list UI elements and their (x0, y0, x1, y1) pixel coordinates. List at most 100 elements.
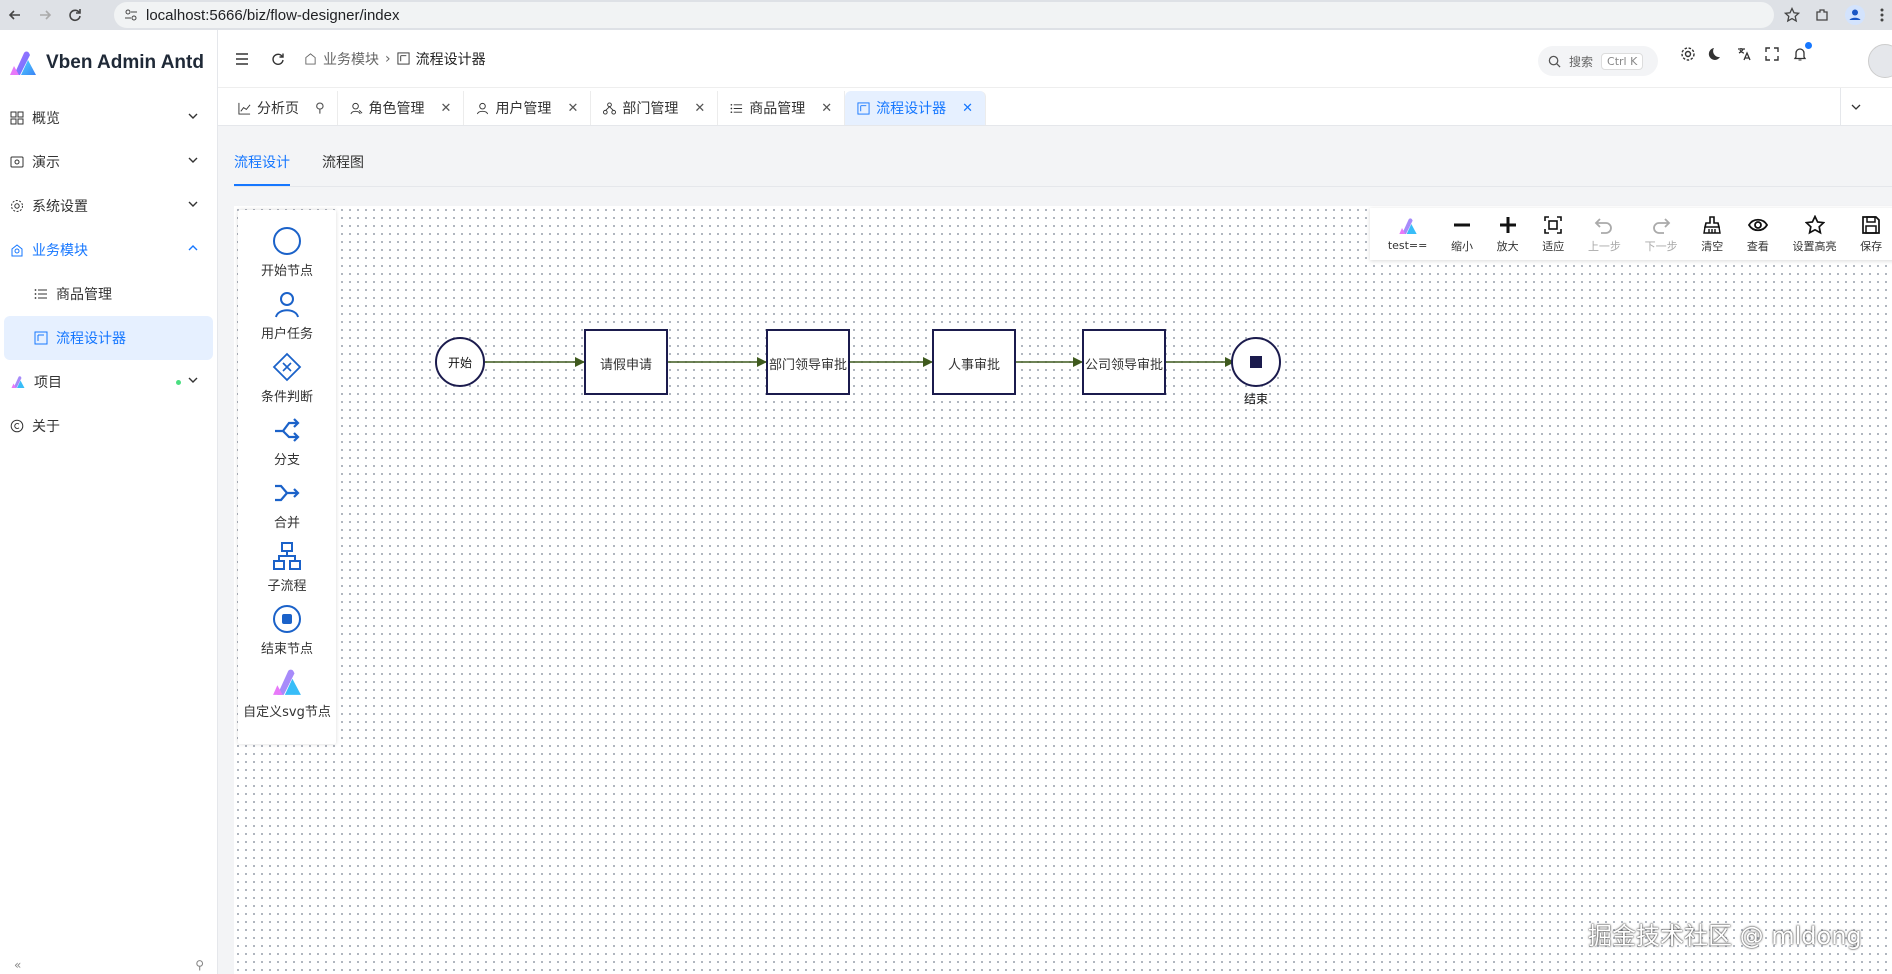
palette-item-start[interactable]: 开始节点 (238, 226, 336, 289)
sidebar-item-label: 项目 (34, 375, 62, 391)
save-icon (1861, 215, 1881, 235)
profile-icon[interactable] (1844, 4, 1866, 26)
tab-departments[interactable]: 部门管理 ✕ (591, 91, 719, 125)
palette-item-user-task[interactable]: 用户任务 (238, 289, 336, 352)
site-info-icon[interactable] (124, 8, 138, 22)
palette-item-merge[interactable]: 合并 (238, 478, 336, 541)
pin-icon[interactable]: ⚲ (315, 101, 325, 116)
tab-products[interactable]: 商品管理 ✕ (718, 91, 846, 125)
sidebar-item-settings[interactable]: 系统设置 (0, 184, 217, 228)
tab-label: 商品管理 (749, 101, 806, 117)
tab-flow-designer[interactable]: 流程设计器 ✕ (845, 91, 987, 125)
address-bar[interactable]: localhost:5666/biz/flow-designer/index (114, 2, 1774, 28)
reload-icon[interactable] (60, 0, 90, 30)
browser-menu-icon[interactable] (1880, 7, 1884, 23)
tab-analytics[interactable]: 分析页 ⚲ (226, 91, 338, 125)
close-icon[interactable]: ✕ (567, 101, 578, 116)
end-node[interactable] (1231, 337, 1281, 387)
menu-toggle-icon[interactable] (224, 41, 260, 77)
chevron-down-icon (187, 374, 199, 386)
gateway-icon (272, 352, 302, 382)
app-logo[interactable]: Vben Admin Antd (0, 30, 217, 96)
fit-button[interactable]: 适应 (1542, 215, 1564, 254)
chevron-up-icon (187, 242, 199, 254)
tab-users[interactable]: 用户管理 ✕ (464, 91, 592, 125)
collapse-sidebar-icon[interactable]: « (14, 958, 21, 974)
node-palette: 开始节点 用户任务 条件判断 分支 合并 子流程 结束节点 自定义svg节点 (238, 210, 336, 744)
zoom-out-button[interactable]: 缩小 (1451, 215, 1473, 254)
dark-mode-icon[interactable] (1708, 46, 1724, 62)
tab-label: 角色管理 (368, 101, 425, 117)
watermark: 掘金技术社区 @ mldong (1588, 922, 1862, 950)
back-icon[interactable] (0, 0, 30, 30)
clear-icon (1702, 215, 1722, 235)
tab-roles[interactable]: 角色管理 ✕ (338, 91, 465, 125)
palette-item-gateway[interactable]: 条件判断 (238, 352, 336, 415)
sidebar-item-products[interactable]: 商品管理 (0, 272, 217, 316)
breadcrumb: 业务模块 › 流程设计器 (304, 49, 486, 69)
palette-item-fork[interactable]: 分支 (238, 415, 336, 478)
refresh-icon[interactable] (260, 41, 296, 77)
flow-icon (34, 331, 48, 345)
pin-icon[interactable]: ⚲ (195, 958, 204, 974)
demo-icon (10, 155, 24, 169)
sidebar-item-label: 商品管理 (56, 287, 112, 303)
list-icon (730, 102, 743, 115)
tab-flow-design[interactable]: 流程设计 (234, 152, 290, 186)
sidebar-item-project[interactable]: 项目 (0, 360, 217, 404)
breadcrumb-item[interactable]: 业务模块 (323, 49, 379, 69)
gear-icon[interactable] (1680, 46, 1696, 62)
language-icon[interactable] (1736, 46, 1752, 62)
clear-button[interactable]: 清空 (1701, 215, 1723, 254)
sidebar-item-label: 流程设计器 (56, 331, 126, 347)
end-node-label: 结束 (1243, 392, 1268, 406)
highlight-button[interactable]: 设置高亮 (1793, 214, 1837, 254)
close-icon[interactable]: ✕ (962, 101, 973, 116)
start-circle-icon (272, 226, 302, 256)
sidebar-item-business[interactable]: 业务模块 (0, 228, 217, 272)
notification-badge (1805, 42, 1812, 49)
sidebar-item-label: 概览 (32, 111, 60, 127)
save-button[interactable]: 保存 (1860, 215, 1882, 254)
zoom-in-button[interactable]: 放大 (1497, 215, 1519, 254)
end-circle-icon (272, 604, 302, 634)
task-node-label: 部门领导审批 (768, 358, 847, 373)
dashboard-icon (10, 111, 24, 125)
close-icon[interactable]: ✕ (694, 101, 705, 116)
palette-item-custom-svg[interactable]: 自定义svg节点 (238, 667, 336, 730)
flow-diagram (435, 329, 1281, 395)
role-icon (350, 102, 363, 115)
fullscreen-icon[interactable] (1764, 46, 1780, 62)
search-input[interactable]: 搜索 Ctrl K (1538, 46, 1658, 76)
vben-logo-icon (8, 49, 38, 77)
palette-item-subprocess[interactable]: 子流程 (238, 541, 336, 604)
sidebar: Vben Admin Antd 概览 演示 系统设置 业务模块 商品管理 流程设… (0, 30, 218, 974)
notification-bell-icon[interactable] (1792, 42, 1812, 62)
view-button[interactable]: 查看 (1747, 215, 1769, 254)
forward-icon[interactable] (30, 0, 60, 30)
business-icon (10, 243, 24, 257)
flow-canvas[interactable]: 开始 请假申请 部门领导审批 人事审批 公司领导审批 结束 开始节点 用户任务 … (234, 206, 1892, 974)
sidebar-item-demo[interactable]: 演示 (0, 140, 217, 184)
avatar[interactable] (1868, 44, 1892, 78)
close-icon[interactable]: ✕ (821, 101, 832, 116)
business-icon (304, 52, 317, 65)
bookmark-star-icon[interactable] (1784, 7, 1800, 23)
sidebar-item-overview[interactable]: 概览 (0, 96, 217, 140)
search-icon (1548, 55, 1561, 68)
status-dot (176, 380, 181, 385)
undo-button[interactable]: 上一步 (1588, 215, 1621, 254)
user-task-icon (272, 289, 302, 319)
sidebar-item-flow-designer[interactable]: 流程设计器 (4, 316, 213, 360)
palette-item-end[interactable]: 结束节点 (238, 604, 336, 667)
sidebar-item-label: 关于 (32, 419, 60, 435)
chart-icon (238, 102, 251, 115)
sidebar-item-about[interactable]: 关于 (0, 404, 217, 448)
redo-button[interactable]: 下一步 (1645, 215, 1678, 254)
test-button[interactable]: test== (1388, 216, 1427, 252)
extensions-icon[interactable] (1814, 7, 1830, 23)
tab-more-dropdown[interactable] (1840, 88, 1870, 126)
search-shortcut: Ctrl K (1601, 52, 1644, 70)
tab-flow-chart[interactable]: 流程图 (322, 152, 364, 186)
close-icon[interactable]: ✕ (441, 101, 452, 116)
